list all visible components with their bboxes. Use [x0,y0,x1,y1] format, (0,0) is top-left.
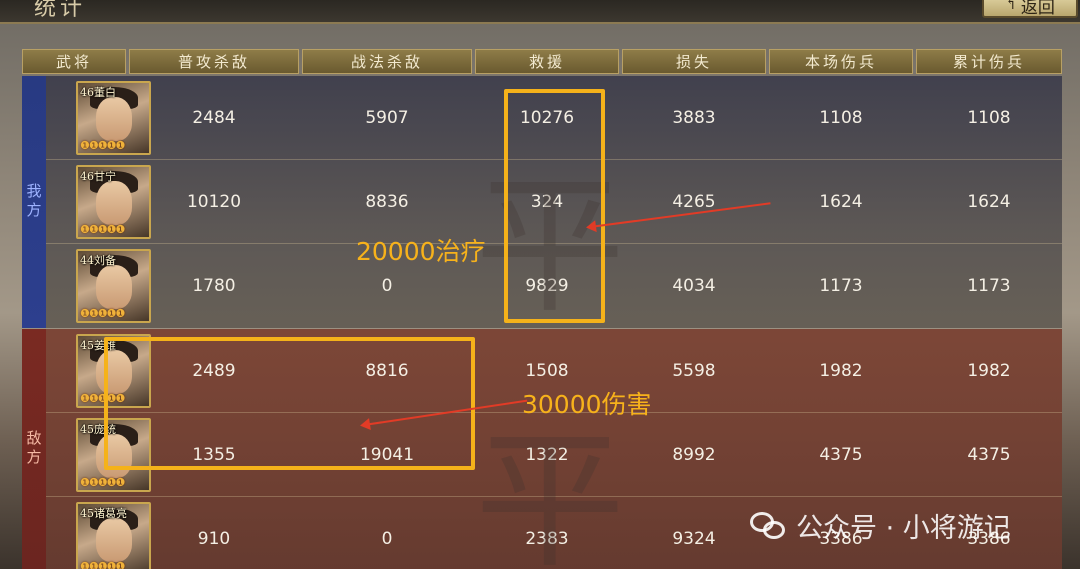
wounded-value: 4375 [819,445,863,465]
hero-name: 45诸葛亮 [80,507,127,520]
loss-value: 9324 [672,529,716,549]
skill-kill-value: 5907 [365,108,409,128]
wounded-value: 1624 [819,192,863,212]
total-wounded-value: 1624 [967,192,1011,212]
total-wounded-value: 1173 [967,276,1011,296]
loss-value: 4265 [672,192,716,212]
back-button[interactable]: ↰ 返回 [982,0,1078,18]
header-hero: 武将 [22,49,126,74]
face-shape [96,181,132,225]
back-icon: ↰ [1005,0,1017,13]
star-icons: ❶❶❶❶❶ [80,560,125,569]
loss-value: 3883 [672,108,716,128]
rescue-value: 2383 [525,529,569,549]
header-rescue: 救援 [475,49,619,74]
wechat-icon [750,510,788,542]
normal-kill-value: 10120 [186,192,242,212]
stats-header: 武将 普攻杀敌 战法杀敌 救援 损失 本场伤兵 累计伤兵 [22,49,1062,75]
header-total-wounded: 累计伤兵 [916,49,1062,74]
star-icons: ❶❶❶❶❶ [80,139,125,152]
wounded-value: 1108 [819,108,863,128]
back-label: 返回 [1020,0,1055,18]
face-shape [96,97,132,141]
wechat-watermark: 公众号 · 小将游记 [750,506,1011,545]
star-icons: ❶❶❶❶❶ [80,307,125,320]
normal-kill-value: 1780 [192,276,236,296]
hero-name: 46甘宁 [80,170,116,183]
normal-kill-value: 910 [197,529,231,549]
damage-annotation: 30000伤害 [522,390,652,419]
star-icons: ❶❶❶❶❶ [80,476,125,489]
total-wounded-value: 1108 [967,108,1011,128]
loss-value: 8992 [672,445,716,465]
top-bar: 统计 ↰ 返回 [0,0,1080,24]
wounded-value: 1173 [819,276,863,296]
enemy-side-label: 敌方 [22,329,46,569]
header-normal-kill: 普攻杀敌 [129,49,299,74]
damage-highlight-box [104,337,475,470]
ally-side-label: 我方 [22,76,46,328]
skill-kill-value: 0 [381,529,393,549]
hero-name: 46董白 [80,86,116,99]
hero-name: 44刘备 [80,254,116,267]
normal-kill-value: 2484 [192,108,236,128]
total-wounded-value: 1982 [967,361,1011,381]
wechat-account-text: 公众号 · 小将游记 [796,513,1011,544]
heal-annotation: 20000治疗 [356,237,486,266]
page-title: 统计 [34,0,87,21]
face-shape [96,518,132,562]
rescue-value: 1322 [525,445,569,465]
wounded-value: 1982 [819,361,863,381]
heal-highlight-box [504,89,605,323]
face-shape [96,265,132,309]
loss-value: 4034 [672,276,716,296]
total-wounded-value: 4375 [967,445,1011,465]
header-skill-kill: 战法杀敌 [302,49,472,74]
header-loss: 损失 [622,49,766,74]
header-wounded: 本场伤兵 [769,49,913,74]
star-icons: ❶❶❶❶❶ [80,223,125,236]
